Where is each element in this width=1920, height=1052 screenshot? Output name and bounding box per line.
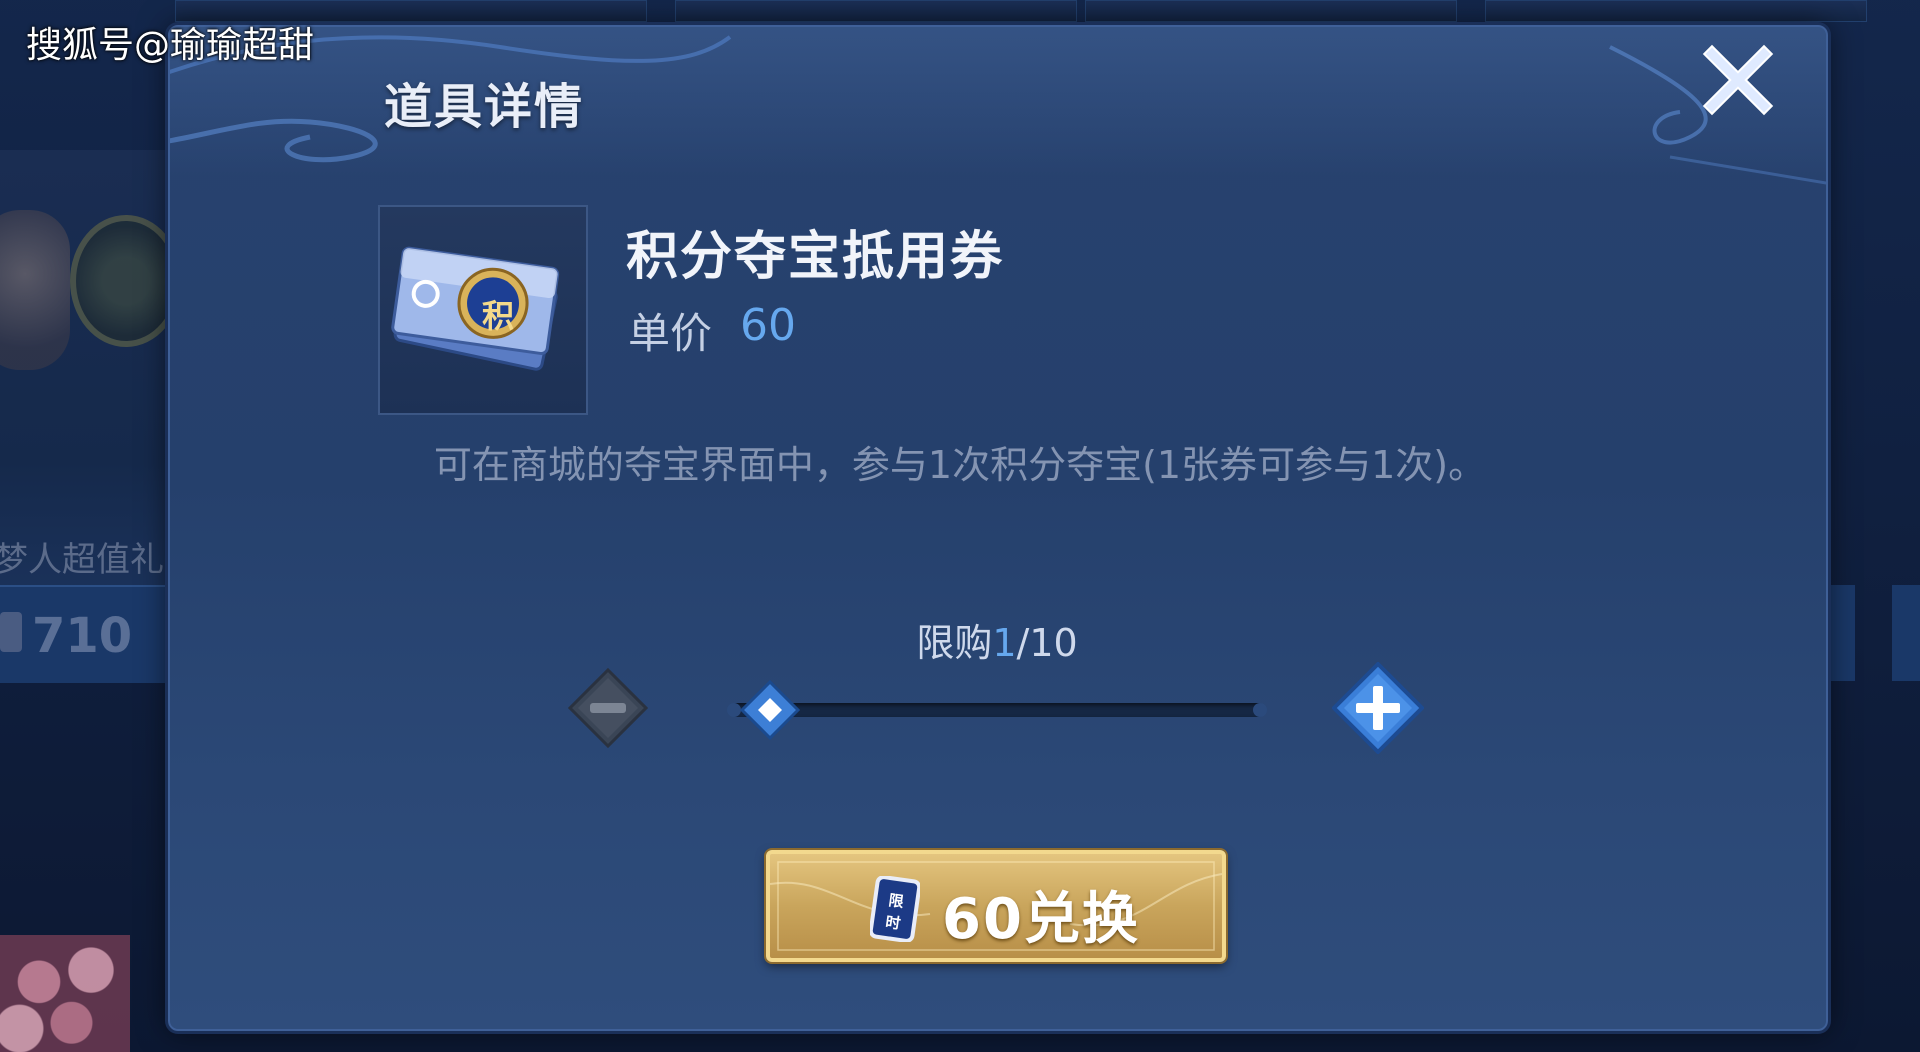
svg-text:时: 时: [884, 913, 901, 933]
minus-icon: [590, 703, 626, 713]
item-name: 积分夺宝抵用券: [626, 227, 1005, 287]
background-tile: [1085, 0, 1457, 22]
svg-text:限: 限: [887, 891, 904, 911]
purchase-limit-label: 限购: [916, 621, 993, 665]
watermark: 搜狐号@瑜瑜超甜: [26, 25, 315, 66]
dialog-title: 道具详情: [384, 79, 585, 135]
background-hero-art: [0, 210, 70, 370]
slider-end-dot: [1253, 703, 1267, 717]
background-tile: [1485, 0, 1867, 22]
close-icon[interactable]: [1700, 42, 1776, 118]
increase-quantity-button[interactable]: [1332, 662, 1424, 754]
exchange-button-label: 60兑换: [942, 887, 1140, 952]
unit-price-label: 单价: [628, 309, 713, 358]
background-tile: [675, 0, 1077, 22]
unit-price-value: 60: [740, 300, 796, 351]
item-description: 可在商城的夺宝界面中，参与1次积分夺宝(1张券可参与1次)。: [433, 443, 1487, 487]
background-emblem: [70, 215, 182, 347]
limited-ticket-icon: 限 时: [870, 876, 920, 942]
purchase-limit: 限购1/10: [0, 612, 1920, 667]
slider-start-dot: [727, 703, 741, 717]
voucher-glyph: 积: [482, 297, 514, 335]
background-flowers-art: [0, 935, 130, 1052]
item-icon-frame: 积: [378, 205, 588, 415]
background-bundle-label: 梦人超值礼: [0, 540, 164, 580]
purchase-limit-current: 1: [992, 621, 1017, 665]
purchase-limit-max: /10: [1016, 621, 1078, 665]
decrease-quantity-button[interactable]: [568, 668, 648, 748]
quantity-slider-track[interactable]: [730, 703, 1266, 717]
exchange-button[interactable]: 限 时 60兑换: [766, 850, 1226, 962]
quantity-slider-handle[interactable]: [740, 680, 800, 740]
voucher-ticket-icon: 积: [391, 246, 560, 371]
